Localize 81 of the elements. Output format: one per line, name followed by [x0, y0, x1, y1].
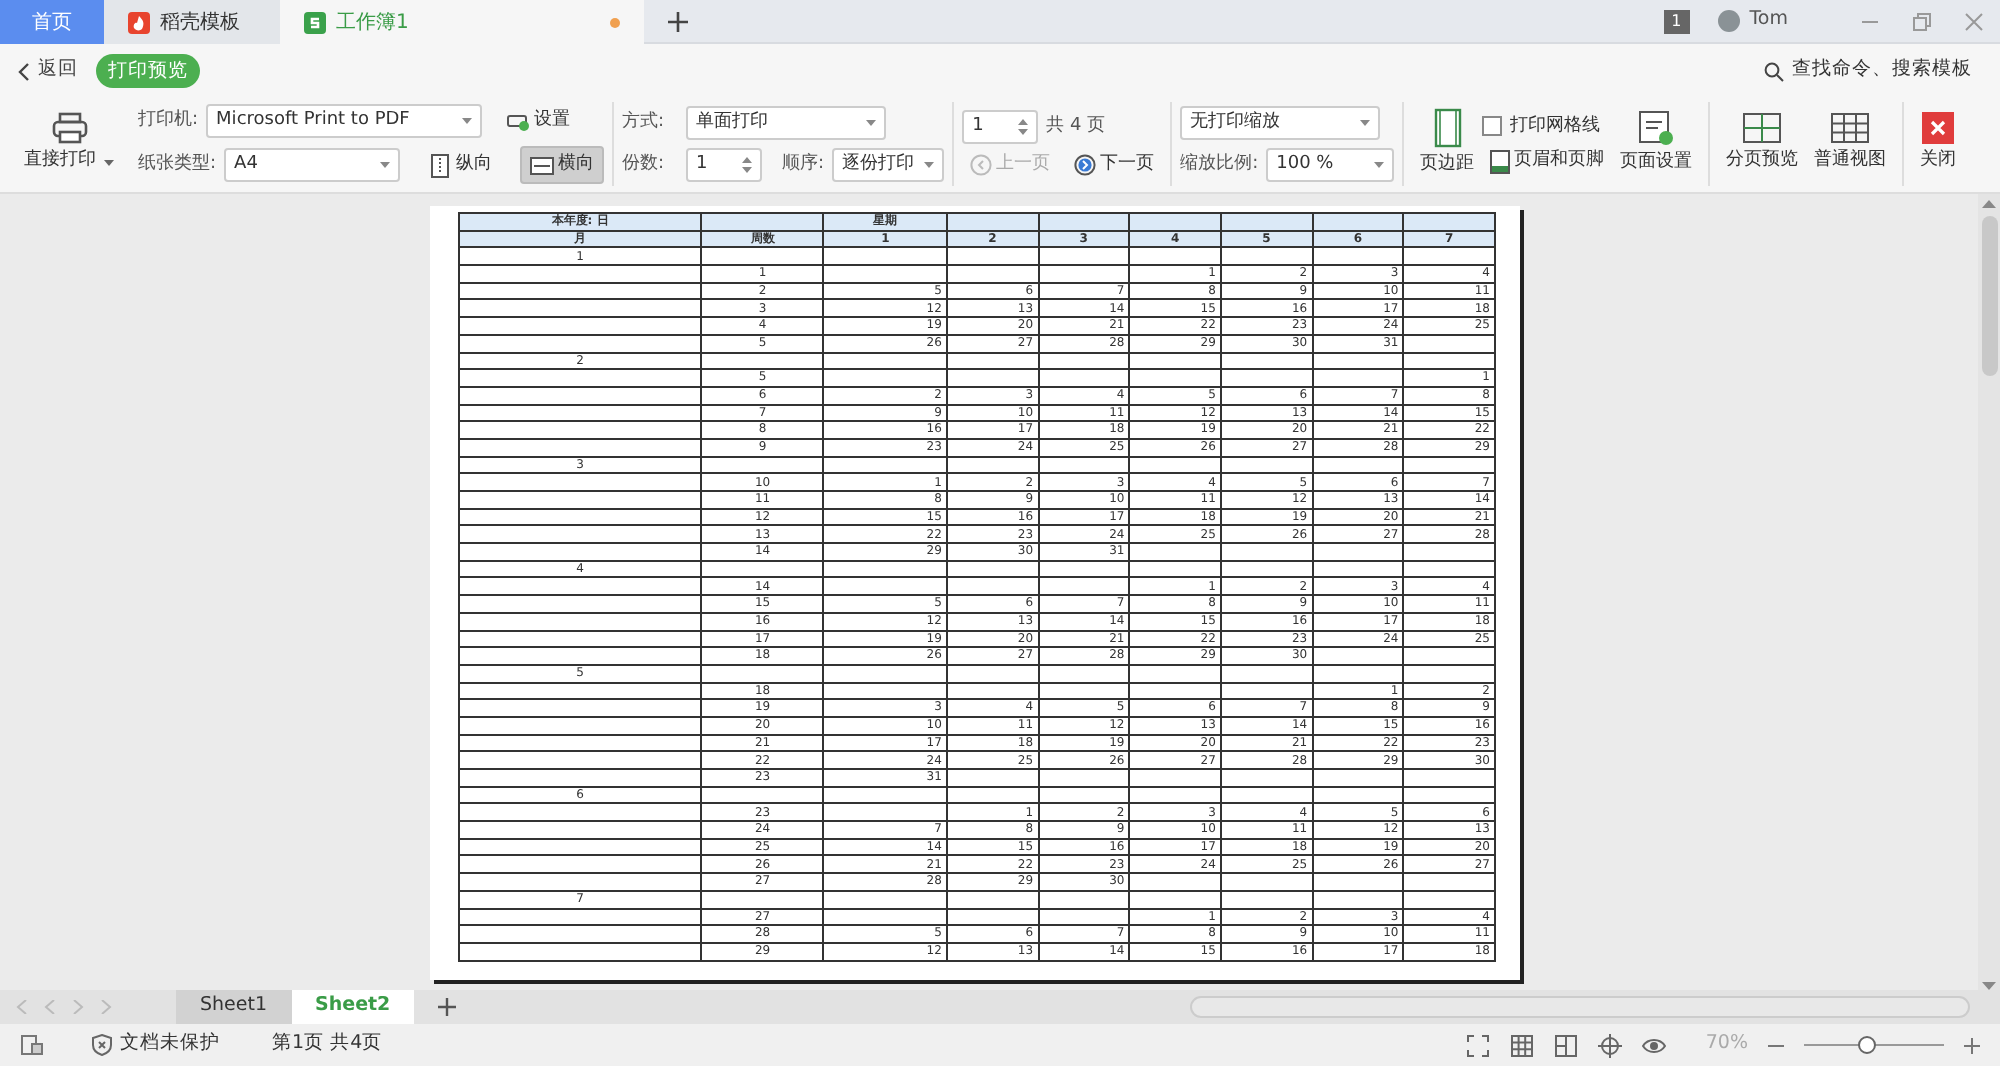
landscape-page-icon	[530, 153, 555, 177]
dropdown-arrow-icon	[1374, 162, 1385, 168]
shield-icon	[92, 1034, 112, 1056]
page-header-icon	[1490, 149, 1511, 174]
window-count-badge[interactable]: 1	[1663, 9, 1690, 33]
flame-icon	[128, 11, 150, 33]
next-page-button[interactable]: 下一页	[1066, 151, 1163, 179]
tab[interactable]: 稻壳模板	[104, 0, 280, 44]
eye-icon[interactable]	[1641, 1033, 1666, 1057]
dropdown-arrow-icon	[1360, 120, 1371, 126]
landscape-button[interactable]: 横向	[520, 146, 605, 184]
paper-size-dropdown[interactable]: A4	[224, 148, 401, 182]
method-label: 方式:	[622, 109, 667, 136]
close-icon[interactable]	[1964, 11, 1984, 31]
protection-status[interactable]: 文档未保护	[92, 1030, 220, 1060]
paper-type-label: 纸张类型:	[138, 151, 217, 178]
page-setup-icon	[1638, 110, 1675, 147]
sheet-tab[interactable]: Sheet1	[176, 990, 292, 1024]
user-name: Tom	[1749, 6, 1788, 35]
scrollbar-thumb[interactable]	[1981, 216, 1997, 376]
scaling-dropdown[interactable]: 无打印缩放	[1180, 106, 1381, 140]
plus-icon	[668, 12, 688, 32]
grid-icon	[1830, 112, 1871, 145]
restore-icon[interactable]	[1912, 11, 1932, 31]
table-view-icon[interactable]	[1509, 1033, 1534, 1057]
copies-label: 份数:	[622, 151, 667, 178]
normal-view-button[interactable]: 普通视图	[1806, 112, 1895, 176]
gridlines-checkbox[interactable]: 打印网格线	[1482, 113, 1613, 140]
printer-label: 打印机:	[138, 107, 199, 134]
dropdown-arrow-icon	[866, 120, 877, 126]
page-margins-icon	[1433, 108, 1462, 149]
order-dropdown[interactable]: 逐份打印	[832, 148, 945, 182]
spinner-arrows-icon	[742, 156, 753, 174]
four-panes-icon	[1742, 112, 1783, 145]
arrow-left-circle-icon	[970, 154, 993, 176]
portrait-button[interactable]: 纵向	[418, 146, 503, 184]
mode-badge: 打印预览	[96, 54, 201, 88]
zoom-in-icon[interactable]	[1964, 1037, 1980, 1053]
direct-print-button[interactable]: 直接打印	[16, 112, 122, 176]
previous-page-button: 上一页	[962, 151, 1059, 179]
search-field[interactable]: 查找命令、搜索模板	[1764, 56, 1972, 86]
fullscreen-icon[interactable]	[1465, 1033, 1490, 1057]
dropdown-arrow-icon	[462, 118, 473, 124]
search-icon	[1764, 61, 1784, 81]
spinner-arrows-icon	[1018, 117, 1029, 136]
plus-icon	[438, 998, 457, 1016]
dropdown-arrow-icon	[924, 162, 935, 168]
dropdown-arrow-icon	[104, 159, 114, 165]
page-count: 第1页 共4页	[272, 1030, 383, 1059]
scale-dropdown[interactable]: 100 %	[1266, 148, 1395, 182]
page-layout-icon[interactable]	[1553, 1033, 1578, 1057]
close-button[interactable]: 关闭	[1912, 112, 1965, 176]
page-number-field[interactable]: 1	[962, 109, 1039, 144]
portrait-page-icon	[428, 153, 453, 177]
copies-field[interactable]: 1	[686, 148, 763, 182]
document-icon	[20, 1034, 44, 1056]
arrow-right-circle-icon	[1074, 154, 1097, 176]
vertical-scrollbar[interactable]	[1978, 194, 2000, 990]
scroll-up-icon	[1982, 200, 1996, 208]
order-label: 顺序:	[782, 151, 825, 178]
page-setup-button[interactable]: 页面设置	[1612, 110, 1701, 178]
print-method-dropdown[interactable]: 单面打印	[686, 106, 887, 140]
crosshair-icon[interactable]	[1597, 1033, 1622, 1057]
printer-dropdown[interactable]: Microsoft Print to PDF	[206, 104, 483, 138]
chevron-left-icon	[18, 61, 30, 81]
horizontal-scrollbar[interactable]	[1190, 996, 1970, 1018]
page-break-preview-button[interactable]: 分页预览	[1718, 112, 1807, 176]
page-total: 共 4 页	[1046, 113, 1106, 139]
margins-button[interactable]: 页边距	[1412, 108, 1483, 180]
printer-settings-icon	[506, 110, 531, 132]
settings-button[interactable]: 设置	[498, 107, 579, 135]
header-footer-button[interactable]: 页眉和页脚	[1482, 148, 1613, 175]
slider-thumb[interactable]	[1858, 1036, 1877, 1054]
dropdown-arrow-icon	[380, 162, 391, 168]
spreadsheet-icon	[304, 11, 326, 33]
close-icon	[1922, 112, 1955, 145]
printer-icon	[51, 112, 87, 145]
scale-label: 缩放比例:	[1180, 151, 1259, 178]
back-button[interactable]: 返回	[16, 54, 80, 88]
avatar-icon	[1717, 10, 1740, 32]
checkbox[interactable]	[1482, 116, 1503, 137]
